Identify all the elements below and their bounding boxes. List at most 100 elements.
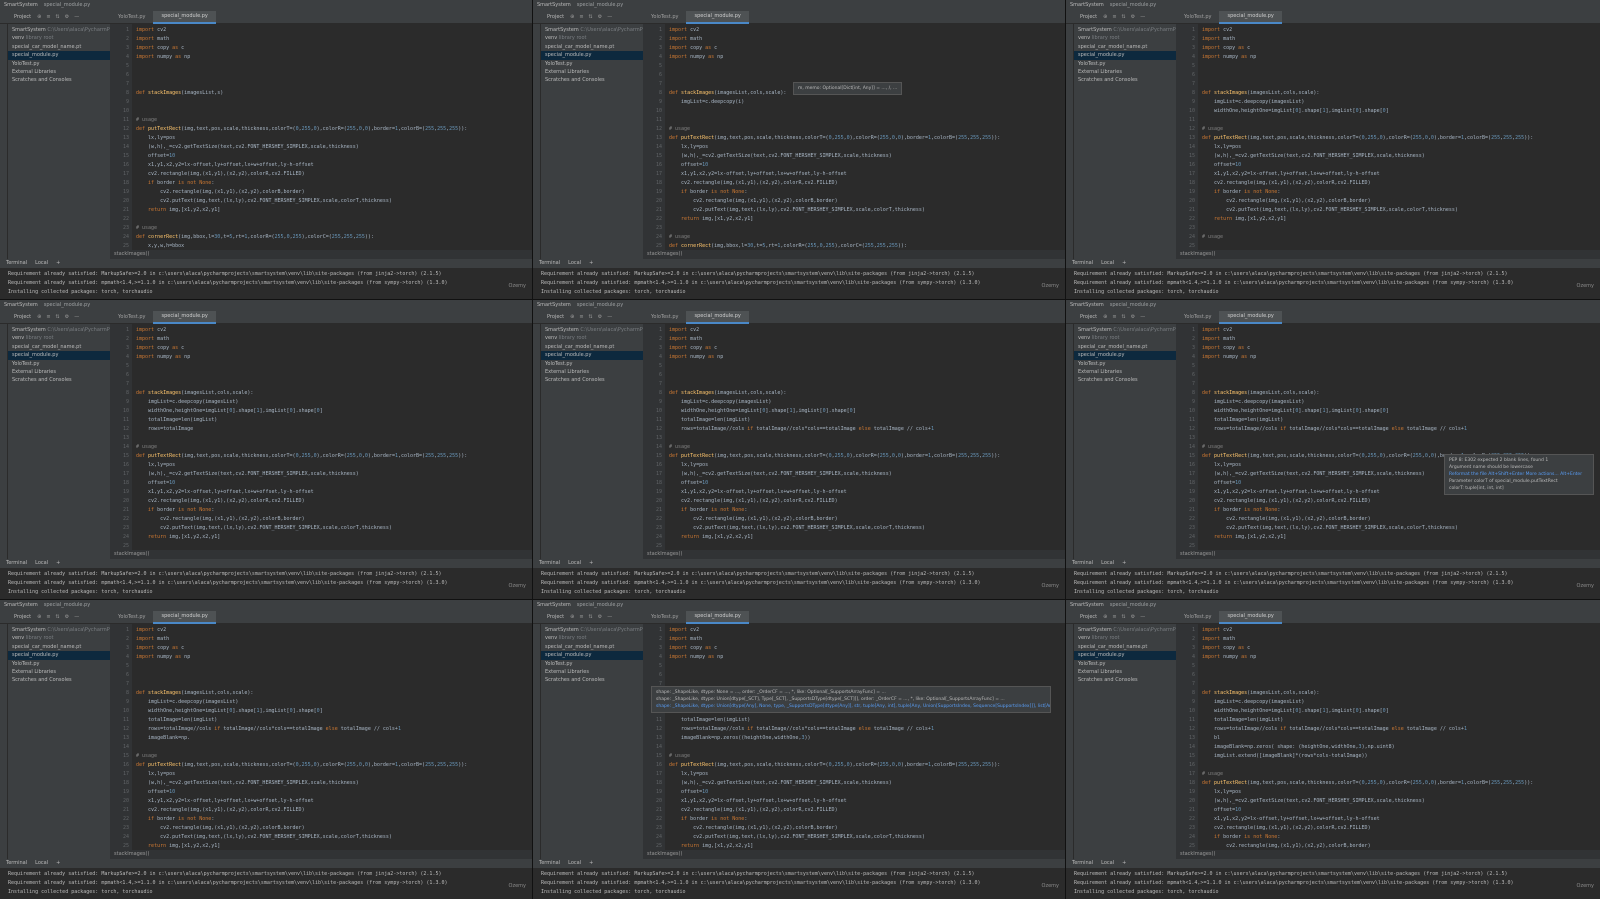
locate-icon[interactable]: ⊕ (570, 13, 574, 22)
locate-icon[interactable]: ⊕ (1103, 613, 1107, 622)
tree-item[interactable]: Scratches and Consoles (1074, 376, 1176, 384)
tree-item[interactable]: venv library root (8, 634, 110, 642)
code-editor[interactable]: 1234567891011121314151617181920212223242… (643, 324, 1065, 559)
tree-item[interactable]: SmartSystem C:\Users\alaca\PycharmProjec… (541, 626, 643, 634)
tree-item[interactable]: venv library root (541, 34, 643, 42)
terminal-local-tab[interactable]: Local (35, 559, 49, 569)
collapse-icon[interactable]: ≡ (1112, 613, 1116, 622)
terminal-local-tab[interactable]: Local (568, 859, 582, 869)
hide-icon[interactable]: — (1140, 13, 1145, 22)
expand-icon[interactable]: ⇅ (56, 613, 60, 622)
terminal-tab[interactable]: Terminal (539, 859, 560, 868)
tree-item[interactable]: venv library root (1074, 34, 1176, 42)
editor-tab[interactable]: special_module.py (686, 310, 749, 324)
editor-tab[interactable]: YoloTest.py (643, 611, 686, 624)
hide-icon[interactable]: — (1140, 313, 1145, 322)
tree-item[interactable]: venv library root (541, 334, 643, 342)
breadcrumb[interactable]: stackImages() (643, 250, 1065, 259)
hide-icon[interactable]: — (607, 313, 612, 322)
tree-item[interactable]: special_module.py (541, 351, 643, 360)
editor-tab[interactable]: YoloTest.py (110, 611, 153, 624)
hide-icon[interactable]: — (607, 13, 612, 22)
editor-tab[interactable]: YoloTest.py (643, 311, 686, 324)
tree-item[interactable]: special_module.py (1074, 351, 1176, 360)
hide-icon[interactable]: — (74, 613, 79, 622)
terminal-tab[interactable]: Terminal (6, 859, 27, 868)
tree-item[interactable]: External Libraries (8, 368, 110, 376)
locate-icon[interactable]: ⊕ (1103, 13, 1107, 22)
add-terminal-icon[interactable]: + (589, 859, 593, 868)
tree-item[interactable]: special_module.py (541, 651, 643, 660)
expand-icon[interactable]: ⇅ (1122, 13, 1126, 22)
collapse-icon[interactable]: ≡ (579, 13, 583, 22)
code-editor[interactable]: 1234567891011121314151617181920212223242… (1176, 24, 1600, 259)
breadcrumb[interactable]: stackImages() (1176, 850, 1600, 859)
tree-item[interactable]: special_car_model_name.pt (541, 43, 643, 51)
add-terminal-icon[interactable]: + (1122, 559, 1126, 568)
terminal-tab[interactable]: Terminal (1072, 259, 1093, 268)
collapse-icon[interactable]: ≡ (579, 313, 583, 322)
expand-icon[interactable]: ⇅ (589, 313, 593, 322)
breadcrumb[interactable]: stackImages() (643, 550, 1065, 559)
tree-item[interactable]: YoloTest.py (541, 360, 643, 368)
locate-icon[interactable]: ⊕ (570, 613, 574, 622)
tree-item[interactable]: special_module.py (541, 51, 643, 60)
tree-item[interactable]: Scratches and Consoles (1074, 76, 1176, 84)
terminal-tab[interactable]: Terminal (1072, 559, 1093, 568)
tree-item[interactable]: YoloTest.py (541, 660, 643, 668)
terminal-output[interactable]: Requirement already satisfied: MarkupSaf… (1066, 268, 1600, 299)
editor-tab[interactable]: special_module.py (1219, 610, 1282, 624)
gear-icon[interactable]: ⚙ (1131, 313, 1135, 322)
tree-item[interactable]: Scratches and Consoles (1074, 676, 1176, 684)
add-terminal-icon[interactable]: + (1122, 259, 1126, 268)
tree-item[interactable]: SmartSystem C:\Users\alaca\PycharmProjec… (541, 326, 643, 334)
tree-item[interactable]: SmartSystem C:\Users\alaca\PycharmProjec… (1074, 326, 1176, 334)
tree-item[interactable]: YoloTest.py (8, 60, 110, 68)
tree-item[interactable]: special_module.py (8, 51, 110, 60)
editor-tab[interactable]: YoloTest.py (1176, 311, 1219, 324)
expand-icon[interactable]: ⇅ (1122, 313, 1126, 322)
collapse-icon[interactable]: ≡ (1112, 13, 1116, 22)
editor-tab[interactable]: special_module.py (686, 610, 749, 624)
tree-item[interactable]: YoloTest.py (1074, 360, 1176, 368)
tree-item[interactable]: special_car_model_name.pt (541, 343, 643, 351)
terminal-local-tab[interactable]: Local (1101, 859, 1115, 869)
locate-icon[interactable]: ⊕ (570, 313, 574, 322)
breadcrumb[interactable]: stackImages() (643, 850, 1065, 859)
terminal-local-tab[interactable]: Local (35, 859, 49, 869)
breadcrumb[interactable]: stackImages() (110, 250, 532, 259)
terminal-output[interactable]: Requirement already satisfied: MarkupSaf… (0, 868, 532, 899)
tree-item[interactable]: special_car_model_name.pt (1074, 643, 1176, 651)
expand-icon[interactable]: ⇅ (56, 313, 60, 322)
tree-item[interactable]: special_module.py (8, 651, 110, 660)
terminal-local-tab[interactable]: Local (1101, 559, 1115, 569)
tree-item[interactable]: External Libraries (1074, 668, 1176, 676)
tree-item[interactable]: venv library root (1074, 634, 1176, 642)
gear-icon[interactable]: ⚙ (65, 313, 69, 322)
editor-tab[interactable]: YoloTest.py (110, 11, 153, 24)
code-editor[interactable]: 1234567891011121314151617181920212223242… (643, 624, 1065, 859)
hide-icon[interactable]: — (74, 13, 79, 22)
terminal-local-tab[interactable]: Local (35, 259, 49, 269)
hide-icon[interactable]: — (1140, 613, 1145, 622)
tree-item[interactable]: YoloTest.py (1074, 60, 1176, 68)
editor-tab[interactable]: YoloTest.py (643, 11, 686, 24)
gear-icon[interactable]: ⚙ (65, 613, 69, 622)
expand-icon[interactable]: ⇅ (1122, 613, 1126, 622)
breadcrumb[interactable]: stackImages() (110, 850, 532, 859)
project-tool-window[interactable]: Project ⊕ ≡ ⇅ ⚙ — (533, 13, 643, 22)
tree-item[interactable]: Scratches and Consoles (8, 376, 110, 384)
hide-icon[interactable]: — (607, 613, 612, 622)
editor-tab[interactable]: special_module.py (153, 10, 216, 24)
editor-tab[interactable]: special_module.py (153, 310, 216, 324)
terminal-local-tab[interactable]: Local (1101, 259, 1115, 269)
tree-item[interactable]: YoloTest.py (1074, 660, 1176, 668)
terminal-local-tab[interactable]: Local (568, 259, 582, 269)
project-tool-window[interactable]: Project ⊕ ≡ ⇅ ⚙ — (0, 613, 110, 622)
tree-item[interactable]: YoloTest.py (541, 60, 643, 68)
tree-item[interactable]: Scratches and Consoles (541, 376, 643, 384)
locate-icon[interactable]: ⊕ (1103, 313, 1107, 322)
terminal-output[interactable]: Requirement already satisfied: MarkupSaf… (1066, 568, 1600, 599)
tree-item[interactable]: SmartSystem C:\Users\alaca\PycharmProjec… (541, 26, 643, 34)
tree-item[interactable]: YoloTest.py (8, 660, 110, 668)
